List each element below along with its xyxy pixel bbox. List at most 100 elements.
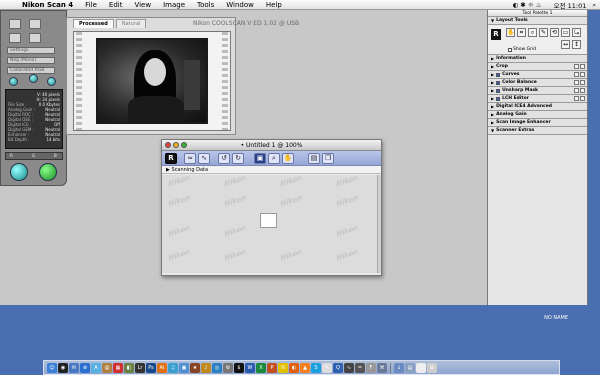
lightroom-icon[interactable]: Lr [135, 362, 145, 373]
scanning-data-disclosure[interactable]: ▶ Scanning Data [162, 166, 381, 174]
nikon-scan-icon[interactable]: N [278, 362, 288, 373]
scanned-image-thumbnail[interactable] [260, 213, 277, 228]
menu-app-name[interactable]: Nikon Scan 4 [16, 1, 79, 9]
section-analog-gain[interactable]: ▶ Analog Gain [488, 111, 587, 119]
collapse-triangle-icon[interactable]: ▶ [491, 119, 494, 126]
font-book-icon[interactable]: F [366, 362, 376, 373]
clock[interactable]: 오전 11:01 [554, 0, 587, 10]
utilities-icon[interactable]: ⚒ [377, 362, 387, 373]
document-canvas[interactable]: Nikon Nikon Nikon Nikon Nikon Nikon Niko… [162, 175, 377, 273]
document-titlebar[interactable]: • Untitled 1 @ 100% [162, 140, 381, 151]
zoom-tool-icon[interactable]: ⌕ [268, 153, 280, 164]
menu-icon[interactable] [580, 96, 585, 101]
section-scanner-extras[interactable]: ▼ Scanner Extras [488, 127, 587, 135]
section-layout-tools[interactable]: ▼ Layout Tools [488, 17, 587, 25]
curves-checkbox[interactable] [496, 72, 501, 77]
firefox-icon[interactable]: ◐ [289, 362, 299, 373]
lch-editor-checkbox[interactable] [496, 96, 501, 101]
scan-button[interactable] [39, 163, 57, 181]
finder-icon[interactable]: ☺ [47, 362, 57, 373]
iweb-icon[interactable]: ◎ [212, 362, 222, 373]
rotate-icon[interactable]: ⟲ [550, 28, 559, 37]
flip-icon[interactable]: ⤿ [572, 28, 581, 37]
illustrator-icon[interactable]: Ai [157, 362, 167, 373]
excel-icon[interactable]: X [256, 362, 266, 373]
tab-processed[interactable]: Processed [73, 19, 114, 28]
word-icon[interactable]: W [245, 362, 255, 373]
scanned-photo[interactable] [96, 38, 208, 124]
menu-icon[interactable] [580, 80, 585, 85]
calculator-icon[interactable]: = [355, 362, 365, 373]
show-grid-checkbox[interactable] [508, 47, 512, 52]
crop-tool-icon[interactable] [9, 33, 21, 43]
collapse-triangle-icon[interactable]: ▶ [491, 55, 494, 62]
eyedropper-icon[interactable]: ✎ [539, 28, 548, 37]
activity-monitor-icon[interactable]: ∿ [344, 362, 354, 373]
curves-icon[interactable]: ∿ [198, 153, 210, 164]
menu-tools[interactable]: Tools [191, 1, 220, 9]
section-color-balance[interactable]: ▶ Color Balance [488, 79, 587, 87]
reset-icon[interactable] [574, 80, 579, 85]
section-lch-editor[interactable]: ▶ LCH Editor [488, 95, 587, 103]
expand-triangle-icon[interactable]: ▼ [491, 127, 494, 134]
downloads-icon[interactable]: ↓ [394, 362, 404, 373]
garageband-icon[interactable]: ♪ [201, 362, 211, 373]
vlc-icon[interactable]: ▲ [300, 362, 310, 373]
color-balance-checkbox[interactable] [496, 80, 501, 85]
document-scrollbar[interactable] [377, 175, 381, 273]
scan-tool-icon[interactable] [9, 19, 21, 29]
expand-triangle-icon[interactable]: ▼ [491, 17, 494, 24]
collapse-triangle-icon[interactable]: ▶ [491, 63, 494, 70]
hand-tool-icon[interactable]: ✋ [282, 153, 294, 164]
knob-1-icon[interactable] [9, 77, 18, 86]
collapse-triangle-icon[interactable]: ▶ [491, 103, 494, 110]
hand-tool-icon[interactable]: ✋ [506, 28, 515, 37]
powerpoint-icon[interactable]: P [267, 362, 277, 373]
menu-icon[interactable] [580, 88, 585, 93]
reset-icon[interactable] [574, 88, 579, 93]
status-indicators-icon[interactable]: ◐ ✱ ☼ ♨ [513, 1, 542, 9]
collapse-triangle-icon[interactable]: ▶ [491, 71, 494, 78]
ichat-icon[interactable]: A [91, 362, 101, 373]
terminal-icon[interactable]: $ [234, 362, 244, 373]
section-unsharp-mask[interactable]: ▶ Unsharp Mask [488, 87, 587, 95]
crop-tool-icon[interactable]: ⌗ [517, 28, 526, 37]
documents-icon[interactable]: ▤ [405, 362, 415, 373]
collapse-triangle-icon[interactable]: ▶ [491, 111, 494, 118]
copy-icon[interactable]: ❐ [322, 153, 334, 164]
horizontal-icon[interactable]: ↔ [561, 40, 570, 49]
itunes-icon[interactable]: ♫ [168, 362, 178, 373]
menu-file[interactable]: File [79, 1, 103, 9]
photoshop-icon[interactable]: Ps [146, 362, 156, 373]
nikon-r-icon[interactable]: R [165, 153, 177, 164]
menu-view[interactable]: View [128, 1, 157, 9]
mail-icon[interactable]: ✉ [69, 362, 79, 373]
section-digital-ice4[interactable]: ▶ Digital ICE4 Advanced [488, 103, 587, 111]
rotate-right-icon[interactable]: ↻ [232, 153, 244, 164]
menu-icon[interactable] [580, 72, 585, 77]
reset-icon[interactable] [574, 96, 579, 101]
reset-icon[interactable] [574, 64, 579, 69]
desktop-volume-label[interactable]: NO NAME [544, 315, 568, 321]
section-scan-image-enhancer[interactable]: ▶ Scan Image Enhancer [488, 119, 587, 127]
menu-help[interactable]: Help [260, 1, 288, 9]
menu-image[interactable]: Image [157, 1, 191, 9]
fit-icon[interactable]: ▭ [561, 28, 570, 37]
trash-icon[interactable]: ♻ [427, 362, 437, 373]
preview-icon[interactable]: ◧ [124, 362, 134, 373]
section-crop[interactable]: ▶ Crop [488, 63, 587, 71]
color-space-select[interactable]: Calibrated RGB [7, 67, 55, 74]
system-preferences-icon[interactable]: ⚙ [223, 362, 233, 373]
quicktime-icon[interactable]: Q [333, 362, 343, 373]
skype-icon[interactable]: S [311, 362, 321, 373]
zoom-tool-icon[interactable]: ⌕ [528, 28, 537, 37]
iphoto-icon[interactable]: ▣ [179, 362, 189, 373]
disclosure-triangle-icon[interactable]: ▶ [166, 167, 170, 173]
preview-button[interactable] [10, 163, 28, 181]
text-edit-icon[interactable]: ✎ [322, 362, 332, 373]
show-grid-option[interactable]: Show Grid [508, 47, 536, 52]
preview-tool-icon[interactable] [29, 19, 41, 29]
print-icon[interactable]: ▤ [308, 153, 320, 164]
knob-2-icon[interactable] [29, 74, 38, 83]
collapse-triangle-icon[interactable]: ▶ [491, 87, 494, 94]
